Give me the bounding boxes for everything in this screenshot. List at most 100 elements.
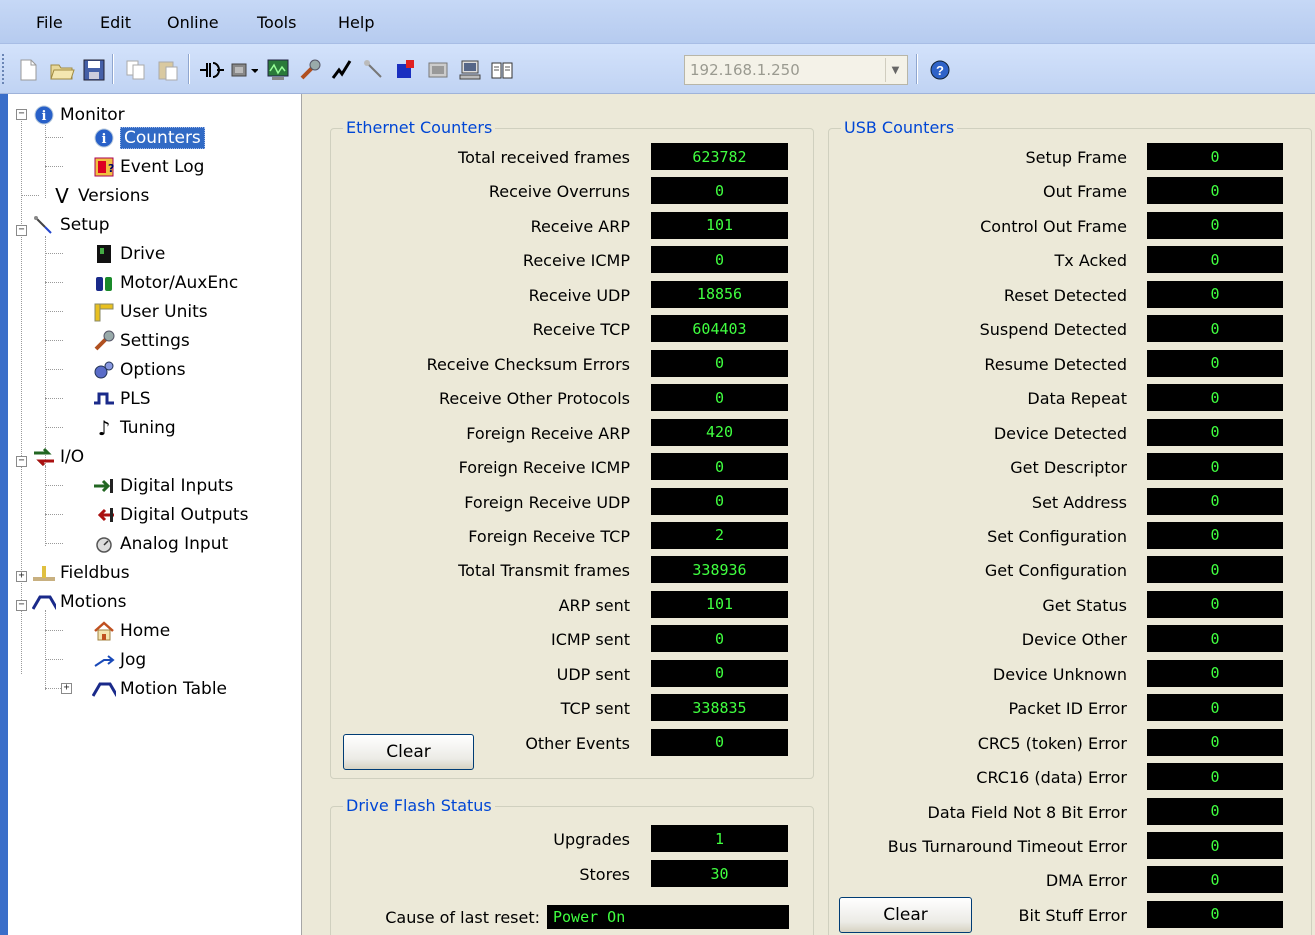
tree-label: Digital Inputs xyxy=(120,476,234,496)
tree-item-versions[interactable]: V Versions xyxy=(50,183,149,209)
collapse-io-icon[interactable]: − xyxy=(16,456,27,467)
counter-value: 2 xyxy=(651,521,788,549)
chevron-down-icon[interactable]: ▼ xyxy=(885,58,905,82)
counter-value: 0 xyxy=(1147,763,1283,791)
counter-value: 0 xyxy=(1147,797,1283,825)
tree-line xyxy=(45,120,46,198)
reset-cause-label: Cause of last reset: xyxy=(385,908,540,927)
tree-label: Motion Table xyxy=(120,679,227,699)
menu-file[interactable]: File xyxy=(36,13,63,32)
counter-value: 338936 xyxy=(651,556,788,584)
tree-item-event-log[interactable]: ? Event Log xyxy=(92,154,204,180)
stores-label: Stores xyxy=(579,865,630,884)
counter-value: 604403 xyxy=(651,315,788,343)
help-icon[interactable]: ? xyxy=(926,56,954,84)
tree-item-digital-inputs[interactable]: Digital Inputs xyxy=(92,473,233,499)
collapse-motions-icon[interactable]: − xyxy=(16,600,27,611)
paste-icon[interactable] xyxy=(154,56,182,84)
versions-icon: V xyxy=(55,184,69,208)
tree-label: Jog xyxy=(120,650,147,670)
tree-item-setup[interactable]: Setup xyxy=(32,212,109,238)
tree-label: I/O xyxy=(60,447,85,467)
menu-tools[interactable]: Tools xyxy=(257,13,296,32)
tree-item-counters[interactable]: i Counters xyxy=(92,125,205,151)
tree-item-fieldbus[interactable]: Fieldbus xyxy=(32,560,130,586)
tree-label: Monitor xyxy=(60,105,125,125)
tree-line xyxy=(45,236,46,474)
tree-line xyxy=(45,137,63,138)
counter-value: 0 xyxy=(1147,832,1283,859)
tree-item-drive[interactable]: Drive xyxy=(92,241,165,267)
counter-label: Receive ARP xyxy=(530,216,630,236)
probe-icon[interactable] xyxy=(360,56,388,84)
counter-value: 0 xyxy=(1147,177,1283,205)
tree-item-home[interactable]: Home xyxy=(92,618,170,644)
ip-address-combo[interactable]: 192.168.1.250 ▼ xyxy=(684,55,908,85)
open-icon[interactable] xyxy=(48,56,76,84)
tree-line xyxy=(21,114,22,674)
tree-line xyxy=(45,543,63,544)
tree-line xyxy=(45,630,63,631)
tree-item-analog-input[interactable]: Analog Input xyxy=(92,531,228,557)
copy-icon[interactable] xyxy=(122,56,150,84)
counter-value: 0 xyxy=(1147,694,1283,722)
tree-item-digital-outputs[interactable]: Digital Outputs xyxy=(92,502,248,528)
event-log-icon: ? xyxy=(92,156,116,178)
tree-item-options[interactable]: Options xyxy=(92,357,186,383)
counter-label: ICMP sent xyxy=(550,630,630,650)
save-icon[interactable] xyxy=(80,56,108,84)
ethernet-clear-button[interactable]: Clear xyxy=(343,734,474,770)
tree-item-pls[interactable]: PLS xyxy=(92,386,151,412)
counter-value: 0 xyxy=(1147,280,1283,308)
tree-item-io[interactable]: I/O xyxy=(32,444,84,470)
tree-item-motor[interactable]: Motor/AuxEnc xyxy=(92,270,238,296)
music-note-icon: ♪ xyxy=(97,416,111,440)
tree-item-motions[interactable]: Motions xyxy=(32,589,127,615)
tree-label: Drive xyxy=(120,244,166,264)
drive-icon[interactable] xyxy=(230,56,258,84)
book-icon[interactable] xyxy=(488,56,516,84)
tree-line xyxy=(45,398,63,399)
counter-value: 0 xyxy=(1147,143,1283,170)
window-icon[interactable] xyxy=(424,56,452,84)
menu-help[interactable]: Help xyxy=(338,13,374,32)
counter-label: Receive UDP xyxy=(528,285,630,305)
menu-online[interactable]: Online xyxy=(167,13,219,32)
tree-line xyxy=(21,195,39,196)
counter-label: Device Other xyxy=(1021,630,1127,650)
tree-item-motion-table[interactable]: Motion Table xyxy=(92,676,227,702)
usb-clear-button[interactable]: Clear xyxy=(839,897,972,933)
expand-motion-table-icon[interactable]: + xyxy=(61,683,72,694)
counter-label: TCP sent xyxy=(560,699,630,719)
tree-line xyxy=(45,514,63,515)
ip-address-value: 192.168.1.250 xyxy=(690,61,800,79)
expand-fieldbus-icon[interactable]: + xyxy=(16,571,27,582)
collapse-setup-icon[interactable]: − xyxy=(16,225,27,236)
menu-edit[interactable]: Edit xyxy=(100,13,131,32)
wrench-icon xyxy=(92,330,116,352)
counter-label: Device Unknown xyxy=(992,664,1127,684)
tree-item-jog[interactable]: Jog xyxy=(92,647,146,673)
scope-icon[interactable] xyxy=(264,56,292,84)
counter-value: 0 xyxy=(1147,418,1283,446)
counter-label: Set Configuration xyxy=(987,526,1127,546)
computer-icon[interactable] xyxy=(456,56,484,84)
tree-item-tuning[interactable]: ♪ Tuning xyxy=(92,415,176,441)
navigation-tree: − − − + − + i Monitor i Counters ? Event… xyxy=(8,94,302,935)
counter-value: 0 xyxy=(1147,625,1283,653)
collapse-monitor-icon[interactable]: − xyxy=(16,109,27,120)
counter-value: 0 xyxy=(1147,900,1283,928)
counter-value: 338835 xyxy=(651,694,788,722)
lightning-icon[interactable] xyxy=(328,56,356,84)
tree-item-settings[interactable]: Settings xyxy=(92,328,190,354)
connect-icon[interactable] xyxy=(198,56,226,84)
counter-label: Reset Detected xyxy=(1003,285,1127,305)
flag-icon[interactable] xyxy=(392,56,420,84)
counter-value: 0 xyxy=(1147,453,1283,481)
tree-item-user-units[interactable]: User Units xyxy=(92,299,208,325)
wrench-icon[interactable] xyxy=(296,56,324,84)
counter-label: Receive TCP xyxy=(532,320,630,340)
new-icon[interactable] xyxy=(14,56,42,84)
tree-line xyxy=(45,427,63,428)
counter-value: 0 xyxy=(1147,659,1283,687)
